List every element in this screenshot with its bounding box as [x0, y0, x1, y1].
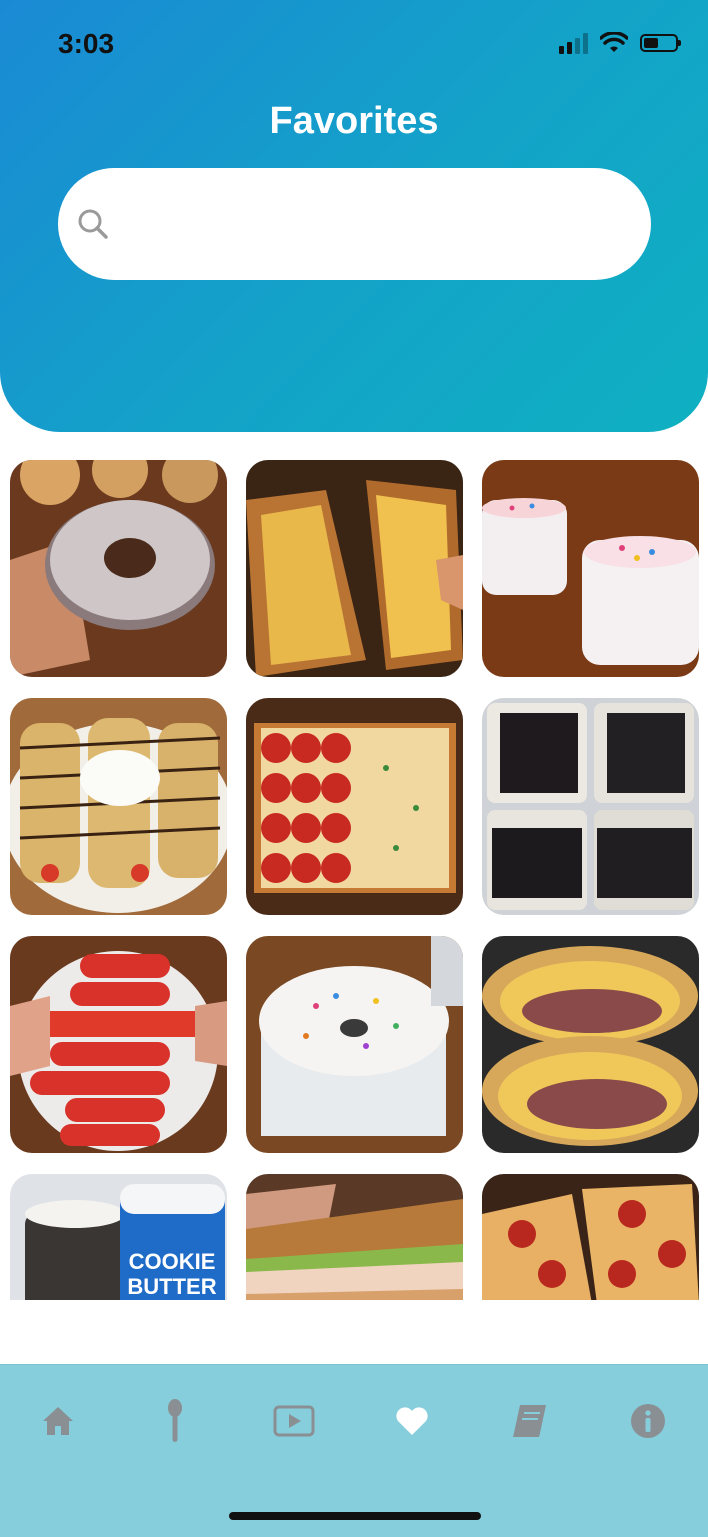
tab-home[interactable]	[28, 1401, 88, 1441]
favorite-cookies-and-cream-bars[interactable]	[482, 698, 699, 915]
search-bar[interactable]	[58, 168, 651, 280]
tab-info[interactable]	[618, 1401, 678, 1441]
header: 3:03 Favorites	[0, 0, 708, 432]
favorites-grid: COOKIE BUTTER	[10, 460, 700, 1300]
info-icon	[631, 1404, 665, 1438]
favorite-turkey-sandwich[interactable]	[246, 1174, 463, 1300]
book-icon	[513, 1405, 546, 1437]
favorite-chocolate-crepes-whipped-cream[interactable]	[10, 698, 227, 915]
tab-videos[interactable]	[264, 1401, 324, 1441]
favorite-glazed-chocolate-donut[interactable]	[10, 460, 227, 677]
favorite-mac-and-cheese-grilled-cheese[interactable]	[246, 460, 463, 677]
battery-icon	[640, 34, 681, 52]
svg-text:COOKIE: COOKIE	[129, 1249, 216, 1274]
tab-favorites[interactable]	[382, 1401, 442, 1441]
status-time: 3:03	[58, 28, 115, 59]
status-icons	[559, 32, 681, 54]
cellular-signal-icon	[559, 32, 588, 54]
home-indicator	[229, 1512, 481, 1520]
favorite-cookie-butter-jar[interactable]: COOKIE BUTTER	[10, 1174, 227, 1300]
video-play-icon	[273, 1405, 315, 1437]
tab-recipe-book[interactable]	[500, 1401, 560, 1441]
search-icon	[78, 209, 108, 239]
home-icon	[43, 1407, 73, 1435]
favorite-funfetti-jars[interactable]	[482, 460, 699, 677]
favorite-hot-cheeto-mozzarella-sticks[interactable]	[10, 936, 227, 1153]
favorite-pepperoni-pizza-slices[interactable]	[482, 1174, 699, 1300]
spoon-icon	[168, 1399, 182, 1442]
tab-ingredients[interactable]	[145, 1399, 205, 1442]
page-title: Favorites	[269, 100, 439, 142]
wifi-icon	[600, 32, 628, 52]
favorite-sheet-pan-pizza[interactable]	[246, 698, 463, 915]
search-input[interactable]	[124, 207, 608, 241]
favorite-mac-and-cheese-burger-wrap[interactable]	[482, 936, 699, 1153]
heart-icon	[396, 1407, 428, 1435]
favorite-funfetti-ice-cream-bowl[interactable]	[246, 936, 463, 1153]
svg-text:BUTTER: BUTTER	[127, 1274, 216, 1299]
